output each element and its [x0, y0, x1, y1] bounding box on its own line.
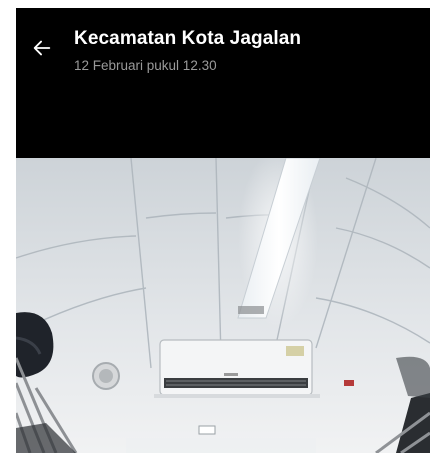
air-conditioner — [154, 339, 320, 398]
page-title: Kecamatan Kota Jagalan — [74, 28, 302, 49]
back-button[interactable] — [26, 32, 58, 64]
photo-image[interactable] — [16, 158, 430, 453]
photo-viewer: Kecamatan Kota Jagalan 12 Februari pukul… — [16, 8, 430, 453]
arrow-left-icon — [33, 40, 51, 56]
top-app-bar: Kecamatan Kota Jagalan 12 Februari pukul… — [16, 8, 430, 158]
timestamp: 12 Februari pukul 12.30 — [74, 58, 217, 73]
